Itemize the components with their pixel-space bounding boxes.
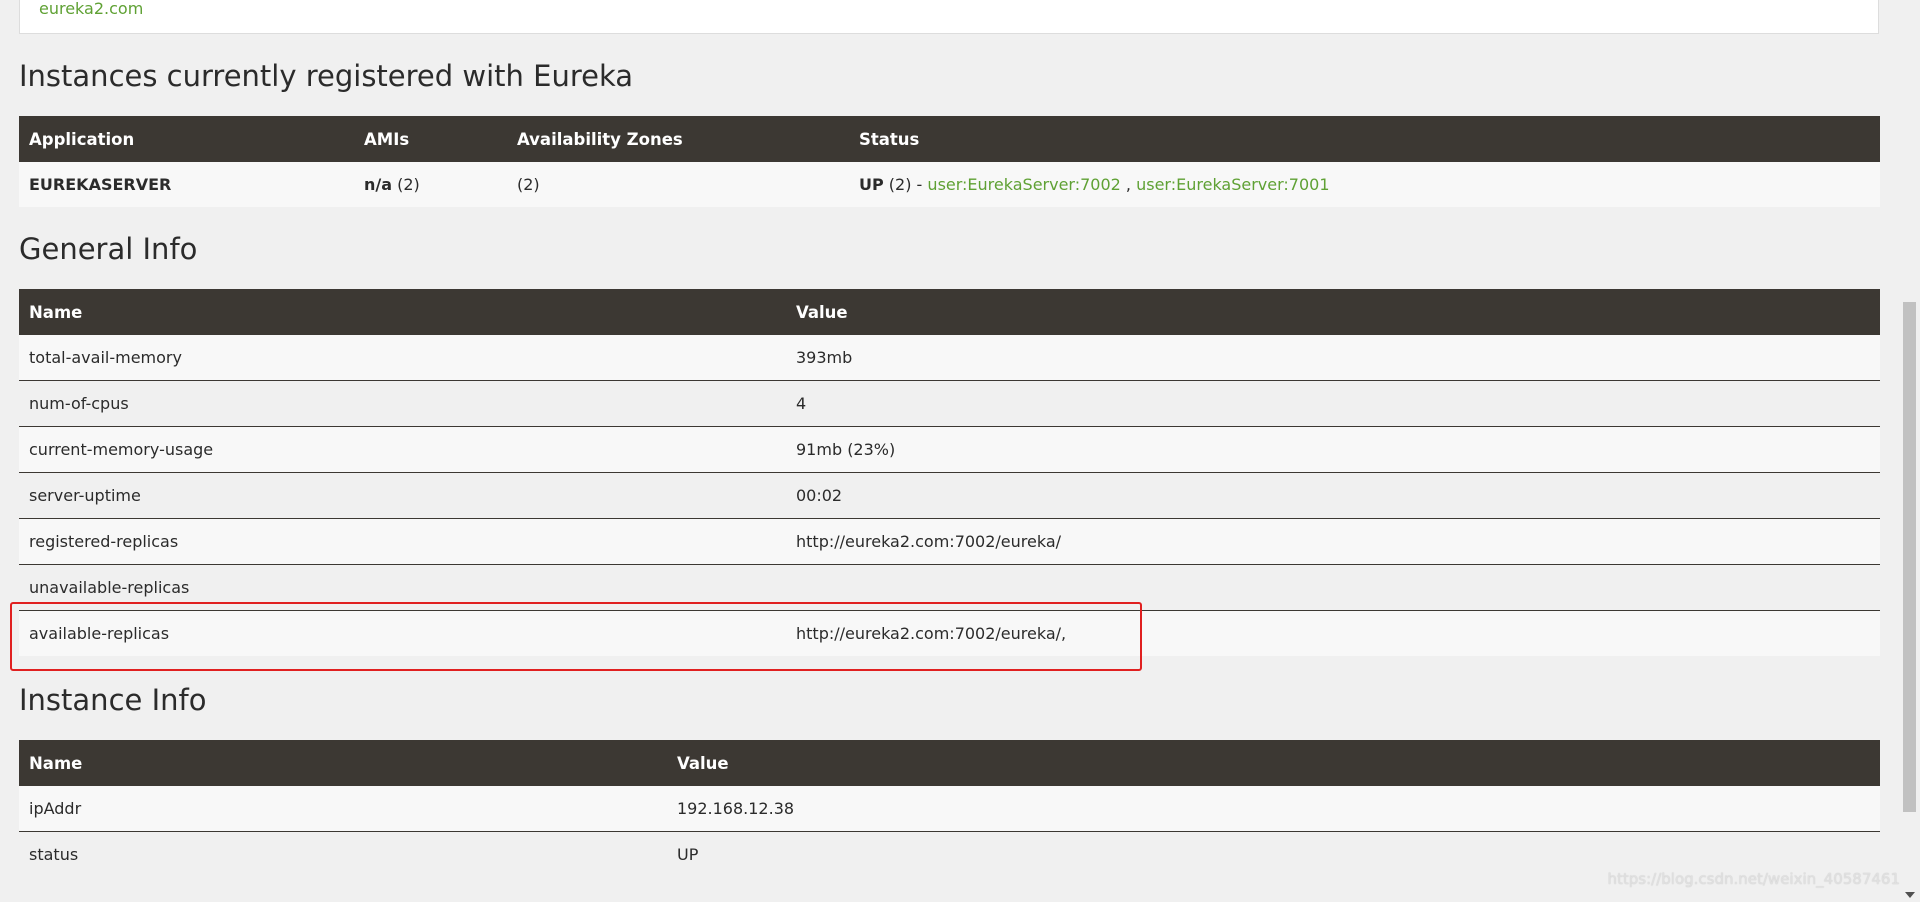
- info-value: 4: [786, 380, 1880, 427]
- table-header-row: Name Value: [19, 289, 1880, 335]
- column-header: Availability Zones: [507, 116, 849, 162]
- info-name: status: [19, 831, 667, 877]
- table-row: EUREKASERVER n/a (2) (2) UP (2) - user:E…: [19, 162, 1880, 207]
- info-name: server-uptime: [19, 472, 786, 519]
- table-header-row: Application AMIs Availability Zones Stat…: [19, 116, 1880, 162]
- info-value: 192.168.12.38: [667, 786, 1880, 832]
- application-name: EUREKASERVER: [19, 162, 354, 207]
- table-row: server-uptime 00:02: [19, 472, 1880, 519]
- watermark: https://blog.csdn.net/weixin_40587461: [1607, 870, 1900, 888]
- column-header: Value: [667, 740, 1880, 786]
- column-header: Value: [786, 289, 1880, 335]
- status-count: (2) -: [883, 175, 928, 194]
- info-value: http://eureka2.com:7002/eureka/: [786, 518, 1880, 565]
- replica-link[interactable]: eureka2.com: [39, 0, 143, 18]
- column-header: Name: [19, 740, 667, 786]
- info-name: current-memory-usage: [19, 426, 786, 473]
- status-up: UP: [859, 175, 884, 194]
- table-header-row: Name Value: [19, 740, 1880, 786]
- table-row: total-avail-memory 393mb: [19, 335, 1880, 381]
- vertical-scrollbar[interactable]: [1900, 0, 1920, 902]
- table-row: ipAddr 192.168.12.38: [19, 786, 1880, 832]
- amis-count: (2): [392, 175, 420, 194]
- table-row: num-of-cpus 4: [19, 380, 1880, 427]
- column-header: AMIs: [354, 116, 507, 162]
- info-name: total-avail-memory: [19, 335, 786, 381]
- info-value: 393mb: [786, 335, 1880, 381]
- highlight-annotation-box: [10, 602, 1142, 671]
- table-row: current-memory-usage 91mb (23%): [19, 426, 1880, 473]
- instance-link-7002[interactable]: user:EurekaServer:7002: [927, 175, 1120, 194]
- general-info-table: Name Value total-avail-memory 393mb num-…: [19, 289, 1880, 656]
- column-header: Application: [19, 116, 354, 162]
- scrollbar-thumb[interactable]: [1903, 302, 1916, 812]
- instance-link-7001[interactable]: user:EurekaServer:7001: [1136, 175, 1329, 194]
- info-value: 00:02: [786, 472, 1880, 519]
- column-header: Status: [849, 116, 1880, 162]
- link-separator: ,: [1120, 175, 1137, 194]
- amis-cell: n/a (2): [354, 162, 507, 207]
- scroll-down-arrow-icon[interactable]: [1905, 892, 1915, 898]
- general-info-title: General Info: [19, 232, 198, 266]
- eureka-dashboard: eureka2.com Instances currently register…: [0, 0, 1920, 902]
- replicas-panel: eureka2.com: [19, 0, 1879, 34]
- column-header: Name: [19, 289, 786, 335]
- amis-value: n/a: [364, 175, 393, 194]
- info-name: registered-replicas: [19, 518, 786, 565]
- info-name: ipAddr: [19, 786, 667, 832]
- instance-info-table: Name Value ipAddr 192.168.12.38 status U…: [19, 740, 1880, 877]
- table-row: status UP: [19, 831, 1880, 877]
- instances-table: Application AMIs Availability Zones Stat…: [19, 116, 1880, 207]
- info-name: num-of-cpus: [19, 380, 786, 427]
- status-cell: UP (2) - user:EurekaServer:7002 , user:E…: [849, 162, 1880, 207]
- zones-cell: (2): [507, 162, 849, 207]
- instance-info-title: Instance Info: [19, 683, 207, 717]
- instances-section-title: Instances currently registered with Eure…: [19, 59, 634, 93]
- table-row: registered-replicas http://eureka2.com:7…: [19, 518, 1880, 565]
- info-value: 91mb (23%): [786, 426, 1880, 473]
